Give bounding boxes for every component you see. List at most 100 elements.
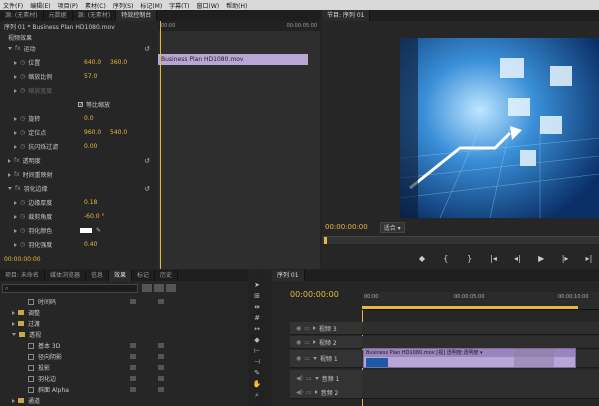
stopwatch-icon[interactable]: ◷ [20,227,25,234]
track-lane[interactable] [362,386,599,399]
tab-1[interactable]: 媒体浏览器 [45,270,86,281]
menu-item[interactable]: 帮助(H) [226,1,247,10]
slide-tool-icon[interactable]: ⊣ [250,357,264,368]
expand-triangle-icon[interactable] [312,326,316,330]
rate-stretch-tool-icon[interactable]: ↔ [250,324,264,335]
menu-item[interactable]: 序列(S) [113,1,134,10]
program-timecode[interactable]: 00:00:00:00 [325,223,368,231]
fx-value[interactable]: 0.40 [84,241,97,248]
expand-triangle-icon[interactable] [14,88,17,93]
effects-list-item[interactable]: 斜面 Alpha [0,384,248,395]
expand-triangle-icon[interactable] [8,187,12,190]
effects-list-item[interactable]: 基本 3D [0,340,248,351]
expand-triangle-icon[interactable] [14,74,17,79]
fx-value[interactable]: 57.0 [84,73,97,80]
tab-3[interactable]: 特效控制台 [116,10,158,21]
fx-row[interactable]: fx 时间重映射 [0,169,158,180]
fx-row[interactable]: fx 运动 ↺ [0,43,158,54]
tab-1[interactable]: 元数据 [44,10,73,21]
stopwatch-icon[interactable]: ◷ [20,59,25,66]
tab-4[interactable]: 标记 [132,270,155,281]
yuv-effects-icon[interactable] [166,284,176,292]
program-scrubber[interactable] [322,236,599,244]
effects-list-item[interactable]: 透视 [0,329,248,340]
effects-list-item[interactable]: 径向阴影 [0,351,248,362]
expand-triangle-icon[interactable] [8,172,11,177]
menu-item[interactable]: 素材(C) [85,1,106,10]
menu-item[interactable]: 文件(F) [3,1,23,10]
fx-value[interactable]: 0.00 [84,143,97,150]
lock-icon[interactable]: ▭ [304,355,310,362]
stopwatch-icon[interactable]: ◷ [20,129,25,136]
effects-list-item[interactable]: 投影 [0,362,248,373]
lock-icon[interactable]: ▭ [306,375,312,382]
checkbox[interactable]: ✓ [78,102,83,108]
menu-item[interactable]: 项目(P) [58,1,78,10]
track-header[interactable]: ◉ ▭ 视频 1 [290,350,362,368]
reset-icon[interactable]: ↺ [144,157,150,165]
hand-tool-icon[interactable]: ✋ [250,379,264,390]
timeline-clip[interactable]: Business Plan HD1080.mov [视] 透明度:透明度 ▾ [363,348,576,368]
fx-value[interactable]: 0.18 [84,199,97,206]
reset-icon[interactable]: ↺ [144,45,150,53]
timeline-timecode[interactable]: 00:00:00:00 [290,290,339,299]
fit-dropdown[interactable]: 适合 ▾ [379,221,405,233]
expand-triangle-icon[interactable] [314,390,318,394]
fx-row[interactable]: fx 羽化边缘 ↺ [0,183,158,194]
menu-item[interactable]: 编辑(E) [30,1,50,10]
expand-triangle-icon[interactable] [12,333,16,336]
tab-0[interactable]: 源: (无素材) [0,10,44,21]
selection-tool-icon[interactable]: ➤ [250,280,264,291]
step-forward-end-icon[interactable]: ▸| [579,254,599,263]
fx-value[interactable]: 360.0 [110,59,127,66]
stopwatch-icon[interactable]: ◷ [20,241,25,248]
expand-triangle-icon[interactable] [12,321,15,326]
tab-5[interactable]: 历史 [155,270,179,281]
expand-triangle-icon[interactable] [14,130,17,135]
accel-effects-icon[interactable] [142,284,152,292]
expand-triangle-icon[interactable] [12,398,15,403]
fx-row[interactable]: ◷ 位置 640.0 360.0 [0,57,158,68]
stopwatch-icon[interactable]: ◷ [20,199,25,206]
expand-triangle-icon[interactable] [14,242,17,247]
stopwatch-icon[interactable]: ◷ [20,213,25,220]
effects-list-item[interactable]: 调整 [0,307,248,318]
expand-triangle-icon[interactable] [8,47,12,50]
pen-tool-icon[interactable]: ✎ [250,368,264,379]
fx-value[interactable]: -60.0 ° [84,213,104,220]
program-playhead[interactable] [324,237,327,244]
fx-row[interactable]: ◷ 裁剪角度 -60.0 ° [0,211,158,222]
color-swatch[interactable] [80,228,92,233]
expand-triangle-icon[interactable] [8,158,11,163]
go-to-out-icon[interactable]: } [460,254,480,263]
rolling-edit-tool-icon[interactable]: # [250,313,264,324]
menu-item[interactable]: 字幕(T) [169,1,189,10]
stopwatch-icon[interactable]: ◷ [20,115,25,122]
menu-item[interactable]: 标记(M) [140,1,162,10]
eyedropper-icon[interactable]: ✎ [96,227,101,234]
track-header[interactable]: ◉ ▭ 视频 2 [290,336,362,349]
zoom-tool-icon[interactable]: ⌕ [250,390,264,401]
fx-value[interactable]: 640.0 [84,59,101,66]
speaker-icon[interactable]: ◀) [296,389,303,396]
stopwatch-icon[interactable]: ◷ [20,73,25,80]
lock-icon[interactable]: ▭ [306,389,312,396]
fx-row[interactable]: ✓ 等比缩放 [0,99,158,110]
fx-row[interactable]: ◷ 缩放比例 57.0 [0,71,158,82]
fx-row[interactable]: ◷ 定位点 960.0 540.0 [0,127,158,138]
go-to-in-icon[interactable]: { [436,254,456,263]
effects-search-input[interactable]: ⌕ [2,283,138,293]
work-area-bar[interactable] [362,306,578,309]
fx-row[interactable]: ◷ 羽化强度 0.40 [0,239,158,250]
fx-value[interactable]: 0.0 [84,115,94,122]
lock-icon[interactable]: ▭ [304,325,310,332]
ripple-edit-tool-icon[interactable]: ⇹ [250,302,264,313]
fx-row[interactable]: ◷ 抗闪烁过滤 0.00 [0,141,158,152]
track-header[interactable]: ◀) ▭ 音频 2 [290,386,362,399]
effects-list-item[interactable]: 过渡 [0,318,248,329]
expand-triangle-icon[interactable] [14,60,17,65]
fx-row[interactable]: ◷ 边缘厚度 0.18 [0,197,158,208]
track-header[interactable]: ◉ ▭ 视频 3 [290,322,362,335]
step-forward-icon[interactable]: |▸ [555,254,575,263]
program-tab[interactable]: 节目: 序列 01 [322,10,371,21]
